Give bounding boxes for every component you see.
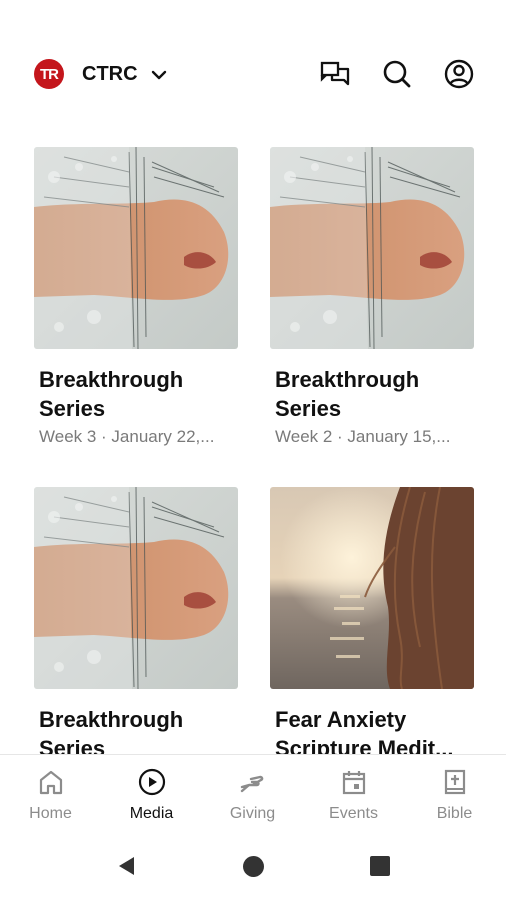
- back-icon[interactable]: [116, 855, 138, 877]
- nav-item-media[interactable]: Media: [101, 755, 202, 833]
- media-thumbnail[interactable]: [270, 147, 474, 349]
- media-title: Breakthrough Series: [39, 367, 184, 421]
- calendar-icon: [339, 767, 369, 797]
- nav-item-giving[interactable]: Giving: [202, 755, 303, 833]
- bible-icon: [440, 767, 470, 797]
- media-thumbnail[interactable]: [34, 487, 238, 689]
- nav-label: Home: [29, 805, 72, 822]
- media-subtitle: Week 3 · January 22,...: [39, 427, 215, 446]
- nav-label: Events: [329, 805, 378, 822]
- media-subtitle: Week 2 · January 15,...: [275, 427, 451, 446]
- media-title: Breakthrough Series: [39, 707, 184, 754]
- nav-item-home[interactable]: Home: [0, 755, 101, 833]
- media-title: Breakthrough Series: [275, 367, 420, 421]
- recents-icon[interactable]: [370, 856, 390, 876]
- media-thumbnail[interactable]: [34, 147, 238, 349]
- nav-label: Giving: [229, 805, 276, 822]
- home-button-icon[interactable]: [243, 856, 264, 877]
- media-thumbnail[interactable]: [270, 487, 474, 689]
- media-title: Fear Anxiety Scripture Medit...: [275, 707, 454, 754]
- media-card[interactable]: Breakthrough Series Week 3 · January 22,…: [34, 147, 238, 447]
- bottom-nav: Home Media Giving Events Bible: [0, 754, 506, 833]
- nav-item-bible[interactable]: Bible: [404, 755, 505, 833]
- media-card[interactable]: Breakthrough Series: [34, 487, 238, 754]
- media-grid: Breakthrough Series Week 3 · January 22,…: [0, 0, 506, 754]
- nav-label: Bible: [436, 805, 473, 822]
- media-card[interactable]: Fear Anxiety Scripture Medit...: [270, 487, 474, 754]
- nav-label: Media: [129, 805, 174, 822]
- media-card[interactable]: Breakthrough Series Week 2 · January 15,…: [270, 147, 474, 447]
- play-circle-icon: [137, 767, 167, 797]
- hand-icon: [238, 767, 268, 797]
- home-icon: [36, 767, 66, 797]
- nav-item-events[interactable]: Events: [303, 755, 404, 833]
